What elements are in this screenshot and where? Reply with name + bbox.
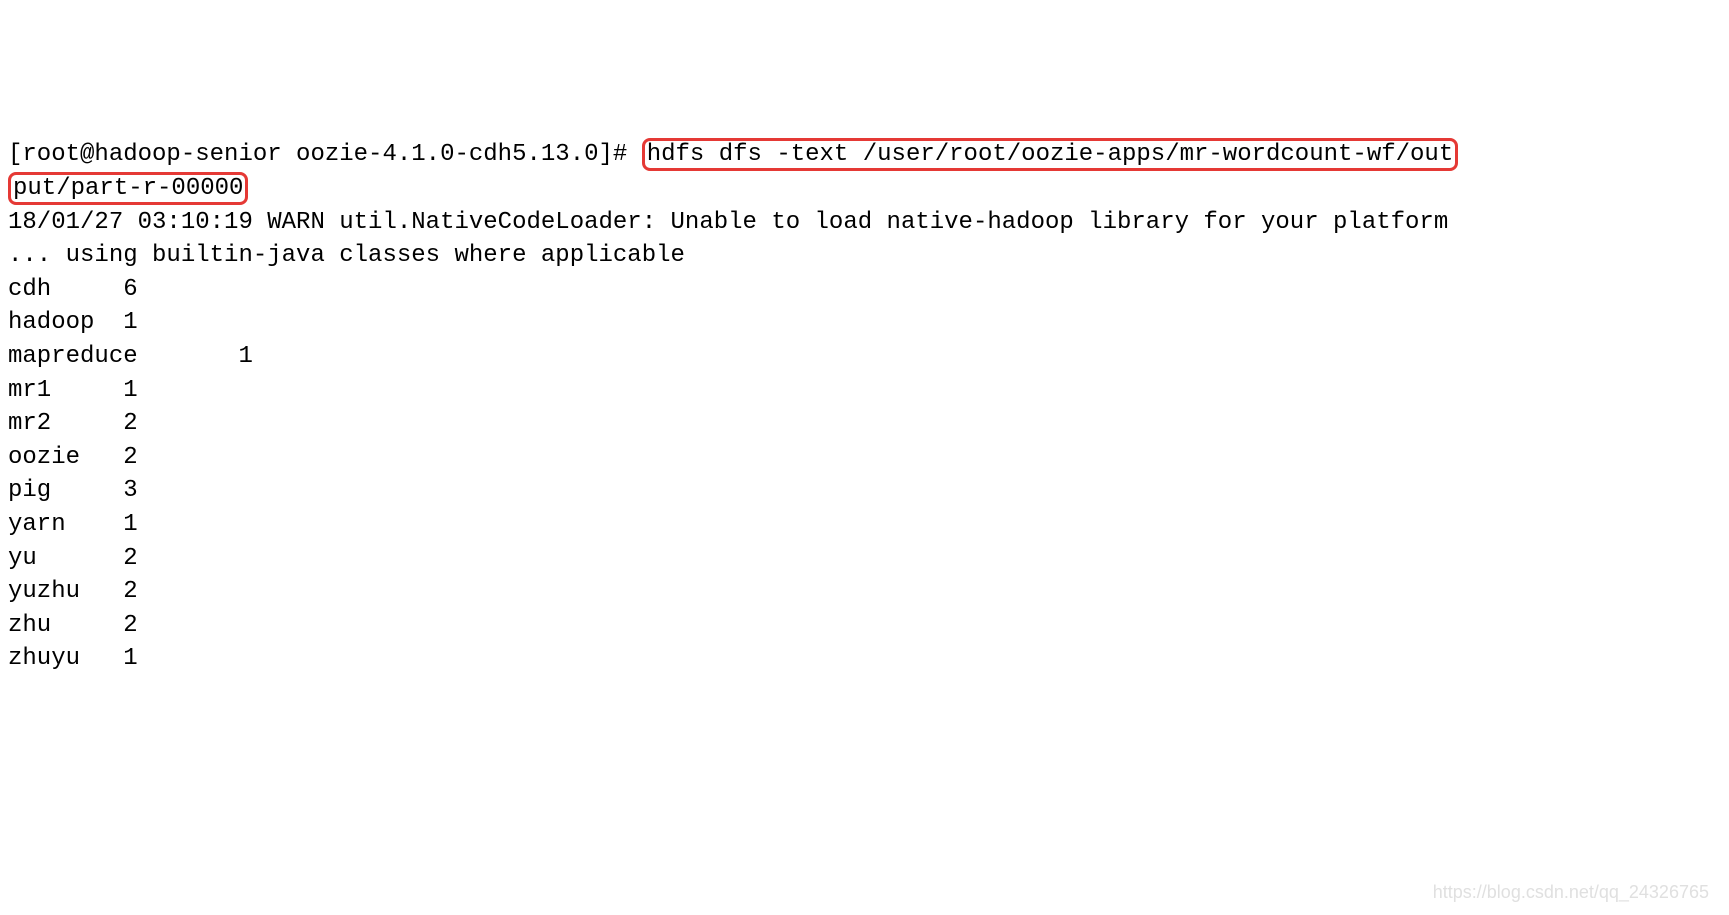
wordcount-word: mr1 [8, 377, 51, 404]
wordcount-row: mapreduce 1 [8, 340, 1721, 374]
wordcount-spacing [80, 578, 123, 605]
wordcount-word: pig [8, 477, 51, 504]
log-output-line-1: 18/01/27 03:10:19 WARN util.NativeCodeLo… [8, 206, 1721, 240]
wordcount-row: yu 2 [8, 542, 1721, 576]
wordcount-word: cdh [8, 276, 51, 303]
wordcount-row: pig 3 [8, 474, 1721, 508]
log-output-line-2: ... using builtin-java classes where app… [8, 239, 1721, 273]
wordcount-count: 2 [123, 612, 137, 639]
wordcount-word: yu [8, 545, 37, 572]
wordcount-row: oozie 2 [8, 441, 1721, 475]
command-line-2: put/part-r-00000 [8, 172, 1721, 206]
wordcount-row: yarn 1 [8, 508, 1721, 542]
shell-prompt: [root@hadoop-senior oozie-4.1.0-cdh5.13.… [8, 141, 642, 168]
wordcount-row: cdh 6 [8, 273, 1721, 307]
wordcount-count: 1 [123, 377, 137, 404]
wordcount-row: mr2 2 [8, 407, 1721, 441]
wordcount-word: zhuyu [8, 645, 80, 672]
wordcount-word: mr2 [8, 410, 51, 437]
wordcount-word: yarn [8, 511, 66, 538]
wordcount-row: yuzhu 2 [8, 575, 1721, 609]
wordcount-count: 1 [238, 343, 252, 370]
wordcount-output: cdh 6hadoop 1mapreduce 1mr1 1mr2 2oozie … [8, 273, 1721, 676]
wordcount-word: oozie [8, 444, 80, 471]
wordcount-count: 2 [123, 578, 137, 605]
wordcount-count: 1 [123, 309, 137, 336]
wordcount-spacing [51, 612, 123, 639]
wordcount-spacing [80, 645, 123, 672]
command-highlight-part2: put/part-r-00000 [8, 172, 248, 205]
wordcount-row: mr1 1 [8, 374, 1721, 408]
wordcount-row: zhu 2 [8, 609, 1721, 643]
wordcount-count: 3 [123, 477, 137, 504]
wordcount-count: 6 [123, 276, 137, 303]
wordcount-count: 2 [123, 444, 137, 471]
command-line-1: [root@hadoop-senior oozie-4.1.0-cdh5.13.… [8, 138, 1721, 172]
wordcount-word: zhu [8, 612, 51, 639]
wordcount-row: hadoop 1 [8, 306, 1721, 340]
wordcount-spacing [51, 276, 123, 303]
wordcount-spacing [138, 343, 239, 370]
wordcount-spacing [37, 545, 123, 572]
wordcount-spacing [51, 377, 123, 404]
wordcount-word: yuzhu [8, 578, 80, 605]
wordcount-word: hadoop [8, 309, 94, 336]
wordcount-count: 1 [123, 511, 137, 538]
wordcount-row: zhuyu 1 [8, 642, 1721, 676]
wordcount-spacing [80, 444, 123, 471]
command-highlight-part1: hdfs dfs -text /user/root/oozie-apps/mr-… [642, 138, 1459, 171]
wordcount-count: 2 [123, 410, 137, 437]
wordcount-spacing [66, 511, 124, 538]
wordcount-count: 1 [123, 645, 137, 672]
wordcount-spacing [51, 477, 123, 504]
wordcount-spacing [51, 410, 123, 437]
wordcount-spacing [94, 309, 123, 336]
wordcount-word: mapreduce [8, 343, 138, 370]
wordcount-count: 2 [123, 545, 137, 572]
watermark-text: https://blog.csdn.net/qq_24326765 [1433, 880, 1709, 905]
